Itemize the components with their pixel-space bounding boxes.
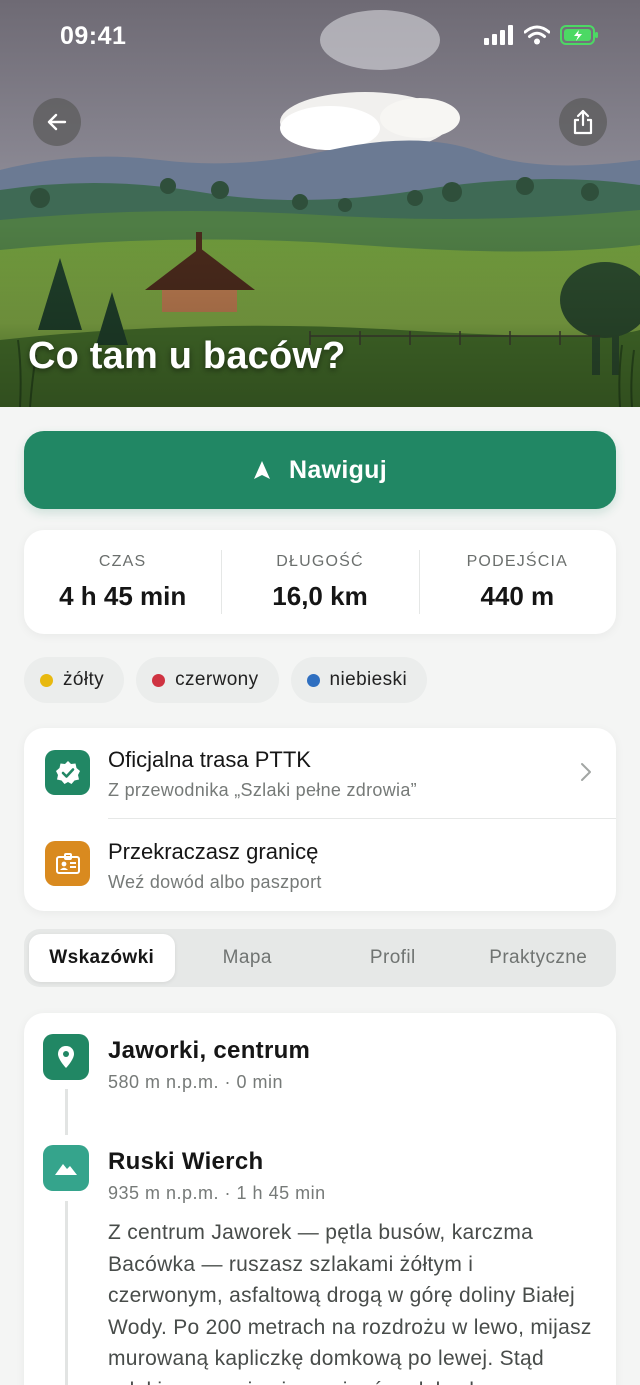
stat-time: CZAS 4 h 45 min — [24, 530, 221, 634]
id-card-icon — [55, 852, 80, 874]
trail-chip-label: czerwony — [175, 669, 259, 690]
trail-chip-yellow: żółty — [24, 657, 125, 703]
stop-name: Ruski Wierch — [108, 1148, 264, 1175]
border-crossing-row: Przekraczasz granicę Weź dowód albo pasz… — [24, 819, 616, 909]
timeline-connector — [65, 1201, 68, 1385]
tab-profile[interactable]: Profil — [320, 934, 466, 982]
stop-badge — [43, 1145, 89, 1191]
status-time: 09:41 — [60, 22, 127, 50]
stat-label: DŁUGOŚĆ — [276, 552, 364, 570]
stat-value: 440 m — [480, 580, 555, 611]
timeline-connector — [65, 1089, 68, 1135]
stop-name: Jaworki, centrum — [108, 1037, 311, 1064]
battery-charging-icon — [560, 25, 598, 45]
border-crossing-subtitle: Weź dowód albo paszport — [108, 872, 322, 892]
official-route-subtitle: Z przewodnika „Szlaki pełne zdrowia” — [108, 780, 417, 800]
stat-value: 16,0 km — [272, 580, 368, 611]
stop-badge — [43, 1034, 89, 1080]
back-button[interactable] — [33, 98, 81, 146]
color-dot — [306, 673, 320, 687]
navigate-button-label: Nawiguj — [289, 455, 387, 484]
color-dot — [40, 673, 53, 687]
share-icon — [573, 109, 593, 135]
stat-distance: DŁUGOŚĆ 16,0 km — [221, 530, 418, 634]
trail-chip-blue: niebieski — [290, 657, 428, 703]
signal-icon — [484, 25, 513, 45]
mountain-icon — [55, 1164, 77, 1175]
route-tabs: Wskazówki Mapa Profil Praktyczne — [24, 929, 616, 987]
route-info-card: Oficjalna trasa PTTK Z przewodnika „Szla… — [24, 728, 616, 911]
verified-check-icon — [55, 760, 80, 784]
route-title: Co tam u baców? — [28, 335, 346, 377]
tab-directions[interactable]: Wskazówki — [29, 934, 175, 982]
hero-image: 09:41 Co tam u baców? — [0, 0, 640, 407]
status-bar: 09:41 — [0, 0, 640, 72]
navigate-button[interactable]: Nawiguj — [24, 431, 616, 509]
stat-label: CZAS — [98, 552, 147, 570]
stop-meta: 935 m n.p.m. · 1 h 45 min — [108, 1183, 326, 1203]
trail-color-chips: żółty czerwony niebieski — [24, 657, 428, 703]
route-steps: Jaworki, centrum 580 m n.p.m. · 0 min Ru… — [24, 1013, 616, 1385]
tab-map[interactable]: Mapa — [175, 934, 321, 982]
trail-chip-label: niebieski — [329, 669, 408, 690]
tab-practical[interactable]: Praktyczne — [466, 934, 612, 982]
official-route-title: Oficjalna trasa PTTK — [108, 747, 311, 772]
arrow-left-icon — [47, 113, 67, 131]
chevron-right-icon — [581, 763, 591, 781]
stat-ascent: PODEJŚCIA 440 m — [418, 530, 616, 634]
border-crossing-title: Przekraczasz granicę — [108, 839, 319, 864]
location-pin-icon — [58, 1046, 74, 1068]
navigation-arrow-icon — [254, 461, 271, 479]
trail-chip-red: czerwony — [136, 657, 279, 703]
verified-badge — [45, 750, 90, 795]
route-stats: CZAS 4 h 45 min DŁUGOŚĆ 16,0 km PODEJŚCI… — [24, 530, 616, 634]
official-route-row[interactable]: Oficjalna trasa PTTK Z przewodnika „Szla… — [24, 728, 616, 818]
id-card-badge — [45, 841, 90, 886]
wifi-icon — [524, 25, 550, 45]
stat-label: PODEJŚCIA — [466, 552, 569, 570]
stat-value: 4 h 45 min — [59, 580, 187, 611]
color-dot — [152, 673, 166, 687]
trail-chip-label: żółty — [63, 669, 105, 690]
stop-meta: 580 m n.p.m. · 0 min — [108, 1072, 284, 1092]
stop-description: Z centrum Jaworek — pętla busów, karczma… — [108, 1221, 592, 1385]
share-button[interactable] — [559, 98, 607, 146]
